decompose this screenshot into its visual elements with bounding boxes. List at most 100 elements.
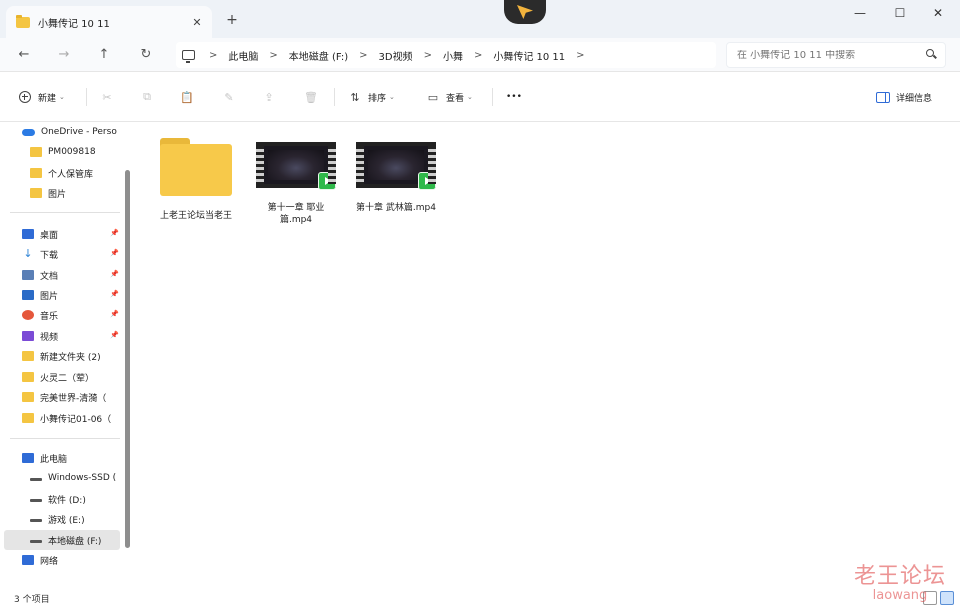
documents-icon (22, 270, 34, 280)
navigation-bar: ← → ↑ ↻ > 此电脑 > 本地磁盘 (F:) > 3D视频 > 小舞 > … (0, 38, 960, 72)
new-label: 新建 (38, 93, 57, 104)
file-name: 第十一章 耶业篇.mp4 (267, 203, 325, 225)
close-window-button[interactable]: ✕ (920, 0, 956, 26)
sidebar-item-onedrive[interactable]: OneDrive - Perso (22, 122, 122, 142)
new-button[interactable]: 新建 ⌄ (18, 86, 65, 108)
ellipsis-icon: ••• (506, 92, 522, 102)
sidebar-item-label: Windows-SSD ( (48, 473, 117, 483)
divider (334, 88, 335, 106)
sidebar-item-desktop[interactable]: 桌面 (22, 224, 122, 244)
status-bar: 3 个项目 (0, 588, 960, 609)
view-button[interactable]: ▭ 查看 ⌄ (426, 86, 473, 108)
cut-button[interactable]: ✂ (100, 86, 120, 108)
forward-button[interactable]: → (52, 44, 76, 66)
breadcrumb-drive-f[interactable]: 本地磁盘 (F:) (278, 48, 359, 63)
sidebar-item-music[interactable]: 音乐 (22, 305, 122, 325)
cloud-icon (22, 128, 35, 136)
minimize-button[interactable]: — (842, 0, 878, 26)
watermark-subtext: laowang (872, 588, 928, 603)
chevron-down-icon: ⌄ (59, 93, 65, 101)
back-button[interactable]: ← (12, 44, 36, 66)
maximize-button[interactable]: ☐ (882, 0, 918, 26)
search-box[interactable] (726, 42, 946, 68)
file-item-folder[interactable]: 上老王论坛当老王 (154, 136, 238, 222)
sidebar-item-label: 视频 (40, 332, 59, 343)
tab-current-folder[interactable]: 小舞传记 10 11 ✕ (6, 6, 212, 38)
sidebar-item-videos[interactable]: 视频 (22, 326, 122, 346)
breadcrumb-separator: > (473, 49, 483, 61)
folder-icon (22, 392, 34, 402)
sidebar-item-pm009818[interactable]: PM009818 (30, 142, 130, 162)
chevron-down-icon: ⌄ (467, 93, 473, 101)
sidebar-item-documents[interactable]: 文档 (22, 265, 122, 285)
details-pane-button[interactable]: 详细信息 (876, 86, 932, 108)
app-logo-icon (504, 0, 546, 24)
sort-label: 排序 (368, 93, 387, 104)
paste-button[interactable]: 📋 (180, 86, 200, 108)
sidebar-item-perfect-world[interactable]: 完美世界-清漪（ (22, 387, 122, 407)
drive-icon (30, 478, 42, 481)
file-name: 上老王论坛当老王 (159, 211, 232, 221)
sidebar-item-xiaowu-01-06[interactable]: 小舞传记01-06（ (22, 408, 122, 428)
sidebar-item-label: 桌面 (40, 230, 59, 241)
computer-icon (182, 50, 195, 63)
breadcrumb-this-pc[interactable]: 此电脑 (217, 48, 269, 63)
share-button[interactable]: ⇪ (262, 86, 282, 108)
sidebar-item-label: PM009818 (48, 147, 96, 157)
sort-button[interactable]: ⇅ 排序 ⌄ (348, 86, 395, 108)
music-icon (22, 310, 34, 320)
rename-button[interactable]: ✎ (222, 86, 242, 108)
folder-icon (30, 147, 42, 157)
sidebar-item-network[interactable]: 网络 (22, 550, 122, 570)
tab-close-button[interactable]: ✕ (186, 16, 208, 29)
address-bar[interactable]: > 此电脑 > 本地磁盘 (F:) > 3D视频 > 小舞 > 小舞传记 10 … (176, 42, 716, 68)
sidebar-item-huoling[interactable]: 火灵二（荤） (22, 367, 122, 387)
copy-button[interactable]: ⧉ (140, 86, 160, 108)
videos-icon (22, 331, 34, 341)
sidebar-item-new-folder-2[interactable]: 新建文件夹 (2) (22, 346, 122, 366)
sidebar-item-personal-vault[interactable]: 个人保管库 (30, 163, 130, 183)
sidebar-item-pictures[interactable]: 图片 (22, 285, 122, 305)
pictures-icon (22, 290, 34, 300)
sidebar-item-downloads[interactable]: ↓ 下载 (22, 244, 122, 264)
folder-icon (160, 138, 232, 196)
sidebar-item-this-pc[interactable]: 此电脑 (22, 448, 122, 468)
play-icon (418, 172, 436, 190)
breadcrumb-3d-video[interactable]: 3D视频 (368, 48, 424, 63)
view-label: 查看 (446, 93, 465, 104)
sidebar-item-drive-d[interactable]: 软件 (D:) (30, 489, 130, 509)
refresh-button[interactable]: ↻ (134, 44, 158, 66)
sidebar-scrollbar[interactable] (125, 170, 130, 548)
copy-icon: ⧉ (143, 90, 151, 103)
up-button[interactable]: ↑ (92, 44, 116, 66)
search-input[interactable] (737, 49, 923, 61)
sidebar-item-windows-ssd[interactable]: Windows-SSD ( (30, 468, 130, 488)
sidebar-item-onedrive-pictures[interactable]: 图片 (30, 183, 130, 203)
vault-icon (30, 168, 42, 178)
sidebar-item-label: 软件 (D:) (48, 495, 86, 506)
pin-icon: 📌 (110, 229, 119, 237)
delete-button[interactable]: 🗑 (304, 86, 324, 108)
network-icon (22, 555, 34, 565)
file-item-video[interactable]: 第十一章 耶业篇.mp4 (254, 136, 338, 226)
sidebar-item-label: 网络 (40, 556, 59, 567)
more-options-button[interactable]: ••• (506, 86, 522, 108)
play-icon (318, 172, 336, 190)
drive-icon (30, 519, 42, 522)
pin-icon: 📌 (110, 331, 119, 339)
breadcrumb-separator: > (269, 49, 278, 61)
title-bar: 小舞传记 10 11 ✕ + — ☐ ✕ (0, 0, 960, 38)
details-label: 详细信息 (896, 93, 933, 104)
breadcrumb-current[interactable]: 小舞传记 10 11 (482, 48, 576, 63)
new-tab-button[interactable]: + (222, 10, 242, 30)
breadcrumb-xiaowu[interactable]: 小舞 (432, 48, 474, 63)
plus-circle-icon (18, 90, 32, 104)
folder-icon (22, 351, 34, 361)
download-icon: ↓ (23, 247, 33, 260)
video-thumbnail (356, 142, 436, 190)
file-item-video[interactable]: 第十章 武林篇.mp4 (354, 136, 438, 214)
sidebar-item-drive-e[interactable]: 游戏 (E:) (30, 509, 130, 529)
sidebar-item-drive-f[interactable]: 本地磁盘 (F:) (4, 530, 120, 550)
search-icon[interactable] (923, 46, 941, 64)
scissors-icon: ✂ (102, 90, 112, 104)
